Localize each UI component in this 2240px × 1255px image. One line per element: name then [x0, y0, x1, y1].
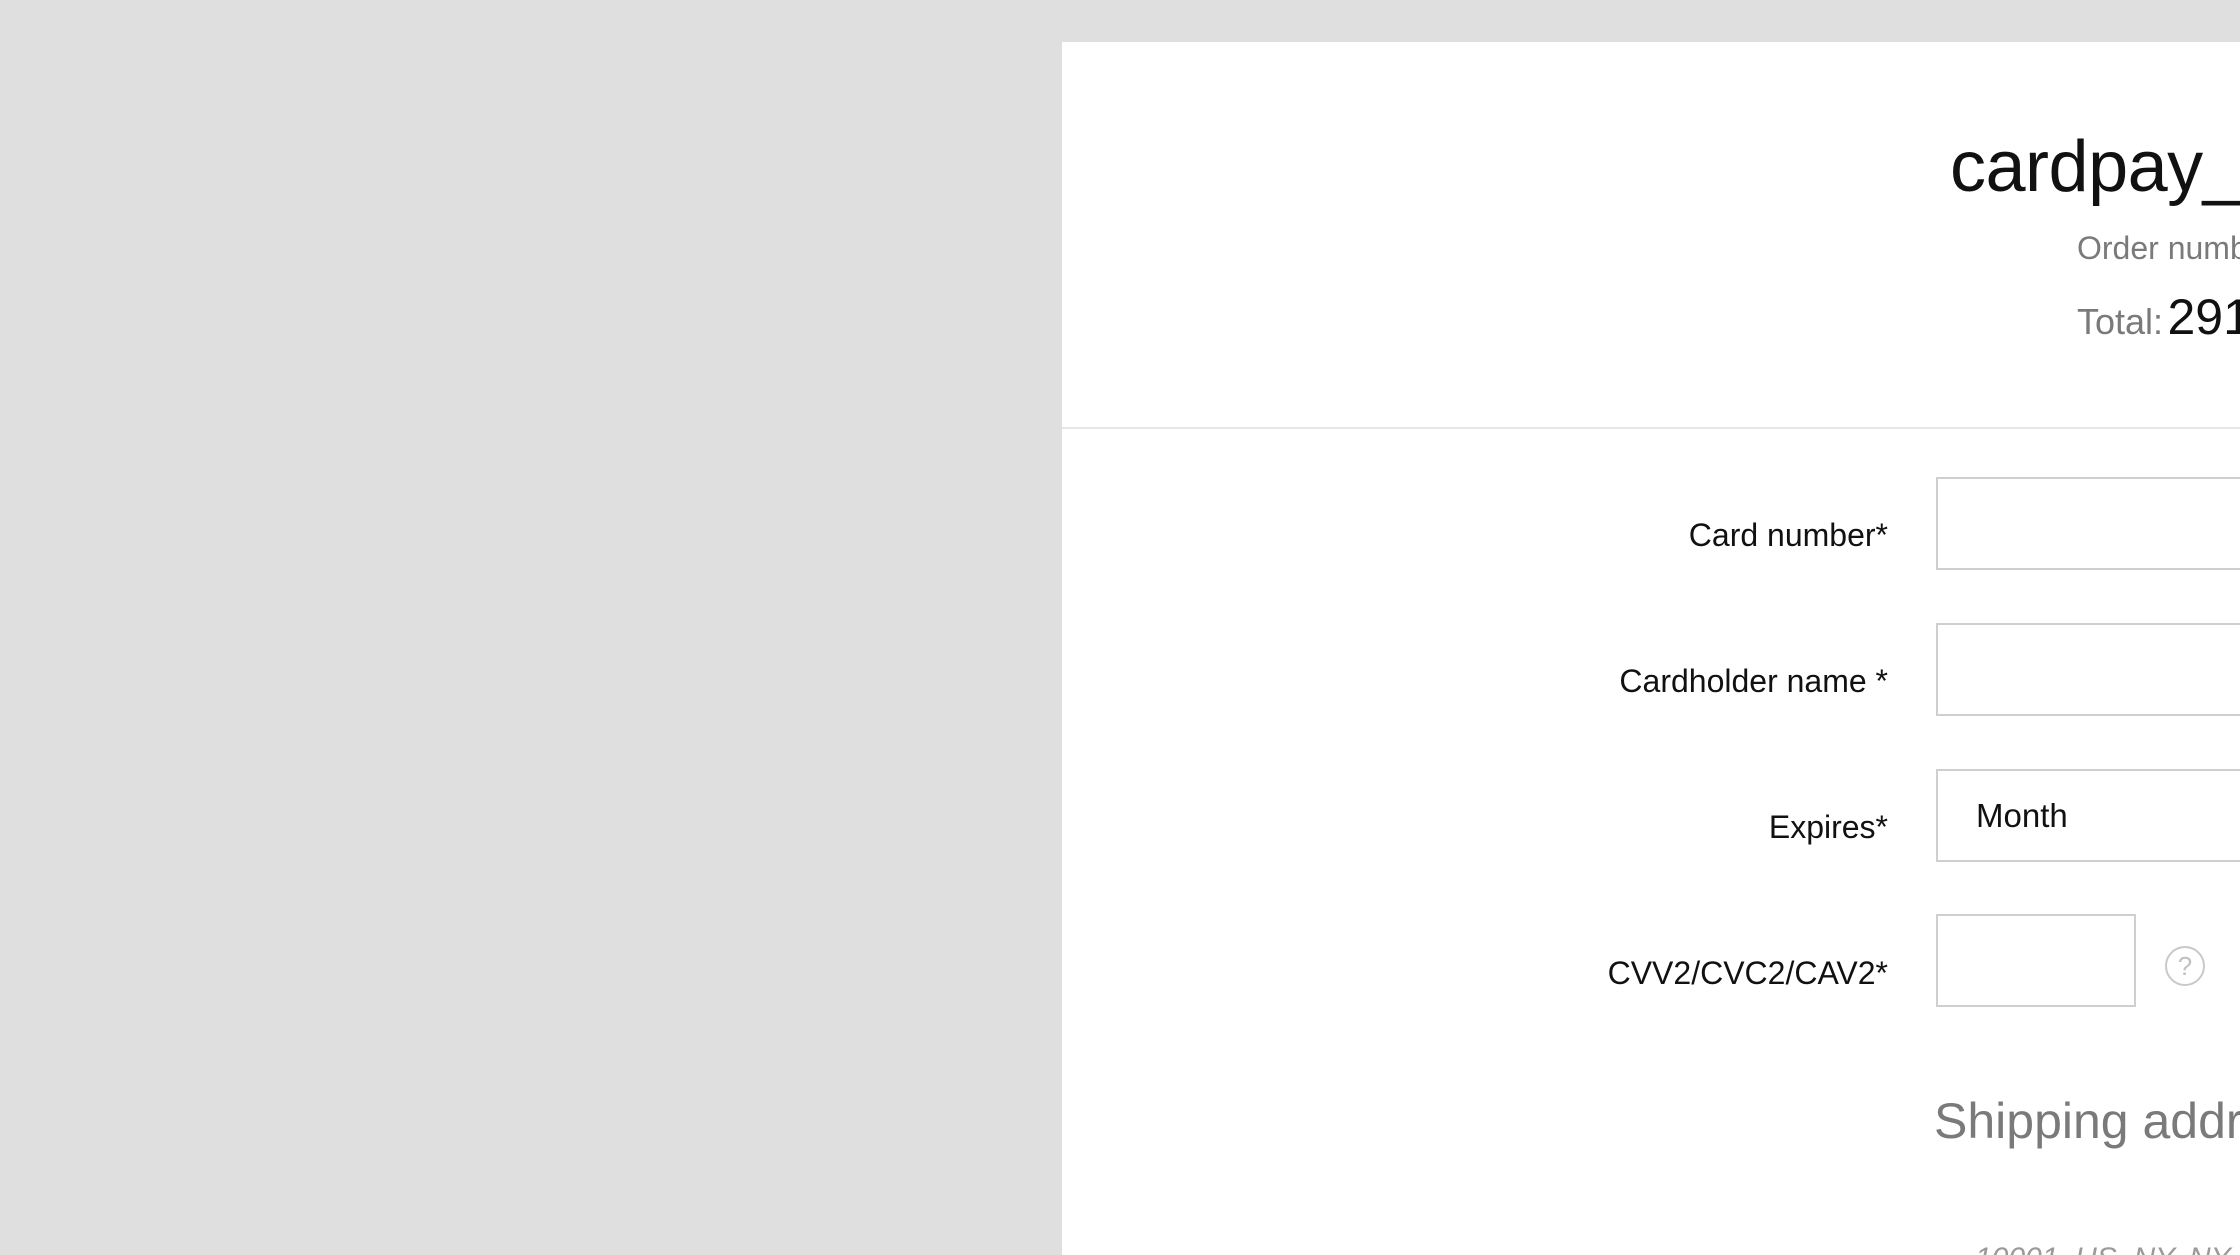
total-label: Total:	[2077, 301, 2164, 342]
payment-header: cardpay_ Order numb Total: 291	[1062, 42, 2240, 427]
merchant-name: cardpay_	[1950, 127, 2240, 207]
expires-label: Expires*	[1768, 809, 1888, 845]
cardholder-name-field[interactable]	[1936, 623, 2240, 716]
cvv-label: CVV2/CVC2/CAV2*	[1607, 955, 1888, 991]
card-number-label: Card number*	[1688, 517, 1888, 553]
header-divider	[1062, 427, 2240, 429]
card-number-input[interactable]	[1938, 479, 2240, 568]
total-value: 291	[2167, 289, 2240, 345]
payment-panel: cardpay_ Order numb Total: 291 Card numb…	[1062, 42, 2240, 1255]
cvv-input[interactable]	[1938, 916, 2134, 1005]
expires-month-select[interactable]: Month	[1936, 769, 2240, 862]
shipping-address-line: 10001, US, NY, NY	[1975, 1242, 2231, 1255]
cardholder-name-input[interactable]	[1938, 625, 2240, 714]
expires-month-value: Month	[1976, 796, 2068, 834]
order-total: Total: 291	[2077, 288, 2240, 346]
shipping-address-title: Shipping addr	[1934, 1093, 2240, 1149]
cardholder-name-label: Cardholder name *	[1619, 663, 1888, 699]
cvv-field[interactable]	[1936, 914, 2136, 1007]
order-number-label: Order numb	[2077, 230, 2240, 266]
help-icon[interactable]: ?	[2165, 946, 2205, 986]
card-number-field[interactable]	[1936, 477, 2240, 570]
